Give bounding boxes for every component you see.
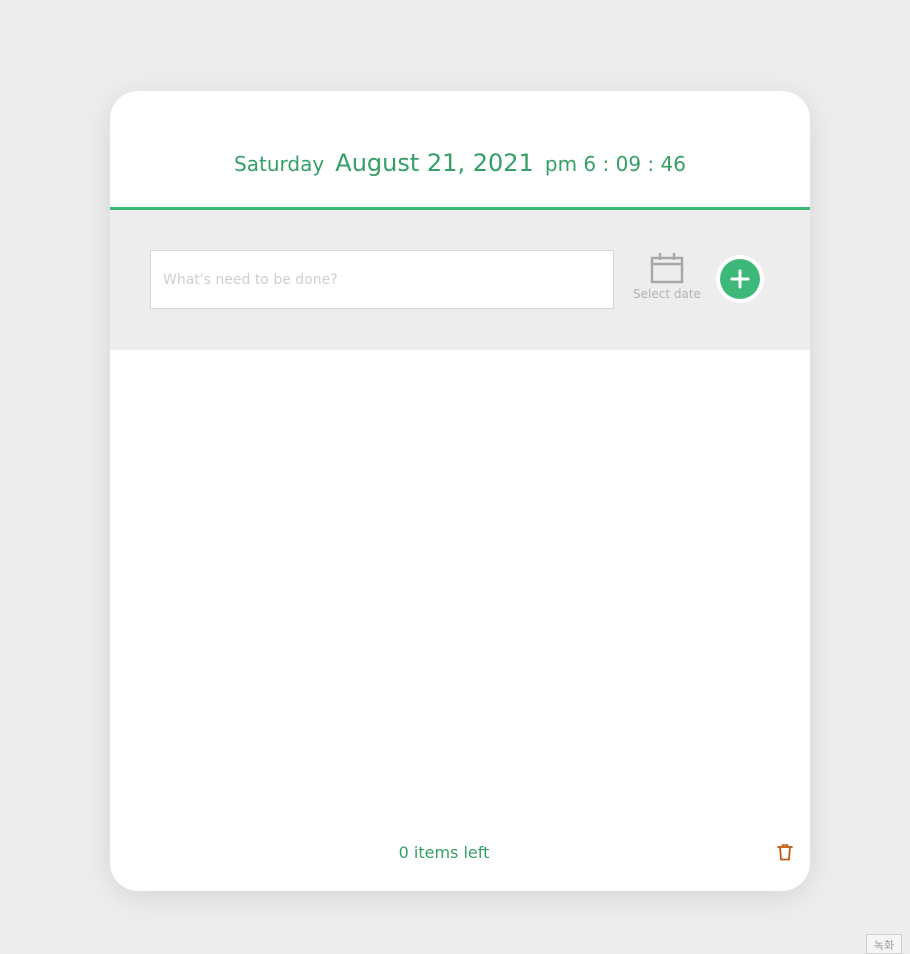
calendar-icon [650, 253, 684, 284]
items-left-count: 0 items left [398, 843, 490, 862]
select-date-button[interactable]: Select date [626, 250, 708, 310]
plus-icon [730, 269, 750, 289]
clock-display: Saturday August 21, 2021 pm 6 : 09 : 46 [110, 149, 810, 177]
select-date-label: Select date [633, 287, 701, 301]
weekday-text: Saturday [234, 152, 325, 176]
time-text: pm 6 : 09 : 46 [544, 152, 686, 176]
date-text: August 21, 2021 [335, 149, 534, 177]
todo-card: Saturday August 21, 2021 pm 6 : 09 : 46 … [110, 91, 810, 891]
record-badge[interactable]: 녹화 [866, 934, 902, 954]
task-input[interactable] [150, 250, 614, 309]
clock-header: Saturday August 21, 2021 pm 6 : 09 : 46 [110, 91, 810, 210]
add-button-circle [720, 259, 760, 299]
trash-icon [777, 844, 793, 861]
task-list [110, 350, 810, 820]
clear-completed-button[interactable] [777, 843, 795, 863]
task-input-bar: Select date [110, 210, 810, 350]
add-task-button[interactable] [716, 255, 764, 303]
footer: 0 items left [110, 831, 810, 875]
